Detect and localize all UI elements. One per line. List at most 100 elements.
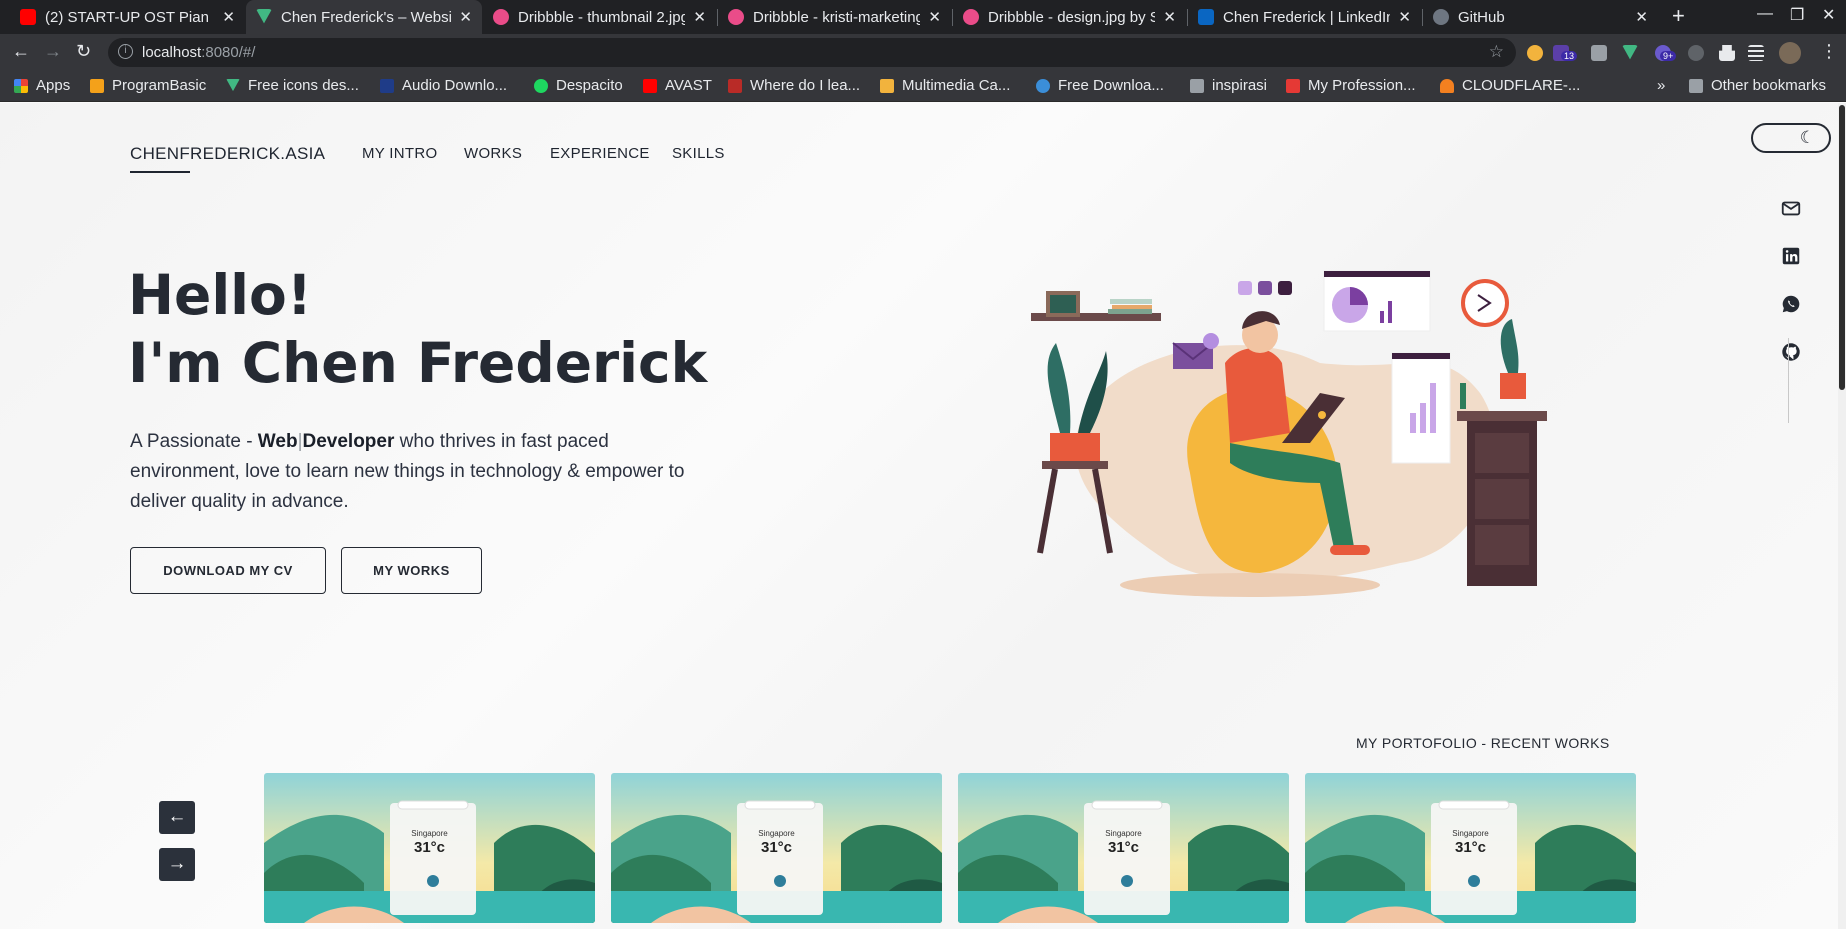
bookmark-apps[interactable]: Apps: [14, 77, 70, 94]
extension-badge: 13: [1561, 51, 1578, 61]
linkedin-icon: [1198, 9, 1214, 25]
bookmark-item[interactable]: Multimedia Ca...: [880, 77, 1010, 94]
page-scrollbar[interactable]: [1838, 103, 1846, 929]
folder-icon: [1190, 78, 1204, 93]
reading-list-icon[interactable]: [1748, 45, 1764, 61]
bookmark-label: Audio Downlo...: [402, 77, 508, 94]
tab-youtube[interactable]: (2) START-UP OST Pian ✕: [10, 0, 245, 34]
tab-dribbble-3[interactable]: Dribbble - design.jpg by S ✕: [953, 0, 1186, 34]
bookmark-favicon-icon: [380, 78, 394, 93]
hero-line-2: I'm Chen Frederick: [128, 331, 708, 395]
brand-underline: [130, 171, 190, 173]
extension-icon[interactable]: [1688, 45, 1704, 61]
nav-experience[interactable]: EXPERIENCE: [550, 145, 650, 162]
nav-skills[interactable]: SKILLS: [672, 145, 725, 162]
github-icon: [1433, 9, 1449, 25]
carousel-prev-button[interactable]: ←: [159, 801, 195, 834]
my-works-button[interactable]: MY WORKS: [341, 547, 482, 594]
moon-icon: ☾: [1799, 128, 1815, 147]
tab-title: (2) START-UP OST Pian: [45, 8, 209, 26]
portfolio-card[interactable]: Singapore 31°c: [611, 773, 942, 923]
tab-site[interactable]: Chen Frederick's – Website ✕: [246, 0, 482, 34]
bookmark-item[interactable]: ProgramBasic: [90, 77, 206, 94]
close-icon[interactable]: ✕: [693, 8, 706, 26]
bookmarks-overflow-button[interactable]: »: [1657, 77, 1665, 94]
avatar[interactable]: [1779, 42, 1801, 64]
nav-works[interactable]: WORKS: [464, 145, 522, 162]
whatsapp-icon[interactable]: [1780, 293, 1802, 315]
bookmark-label: Where do I lea...: [750, 77, 861, 94]
reload-button[interactable]: ↻: [76, 41, 91, 62]
bookmark-item[interactable]: Despacito: [534, 77, 623, 94]
bookmark-label: My Profession...: [1308, 77, 1416, 94]
hero-description: A Passionate - Web|Developer who thrives…: [130, 431, 685, 512]
close-icon[interactable]: ✕: [1398, 8, 1411, 26]
address-bar[interactable]: i localhost:8080/#/ ☆: [108, 38, 1516, 67]
card-temperature: 31°c: [1107, 839, 1140, 856]
vue-devtools-icon[interactable]: [1622, 45, 1638, 60]
info-icon[interactable]: i: [118, 44, 133, 59]
bookmark-folder[interactable]: inspirasi: [1190, 77, 1267, 94]
bookmark-star-icon[interactable]: ☆: [1489, 42, 1504, 62]
youtube-icon: [20, 9, 36, 25]
new-tab-button[interactable]: +: [1672, 3, 1685, 29]
bookmark-favicon-icon: [1036, 78, 1050, 93]
close-icon[interactable]: ✕: [928, 8, 941, 26]
bookmark-label: Multimedia Ca...: [902, 77, 1011, 94]
tab-title: Chen Frederick | LinkedIn: [1223, 8, 1391, 26]
minimize-button[interactable]: —: [1757, 5, 1773, 23]
quora-icon: [728, 78, 742, 93]
card-city: Singapore: [758, 829, 795, 838]
portfolio-card[interactable]: Singapore 31°c: [264, 773, 595, 923]
tab-linkedin[interactable]: Chen Frederick | LinkedIn ✕: [1188, 0, 1421, 34]
developer-illustration: [1031, 270, 1547, 597]
bookmark-item[interactable]: Where do I lea...: [728, 77, 860, 94]
bookmark-label: CLOUDFLARE-...: [1462, 77, 1581, 94]
url-host: localhost: [142, 44, 202, 61]
scrollbar-thumb[interactable]: [1839, 105, 1845, 390]
close-icon[interactable]: ✕: [1635, 8, 1648, 26]
maximize-button[interactable]: ❐: [1790, 5, 1804, 25]
forward-button[interactable]: →: [44, 41, 62, 62]
bookmark-item[interactable]: CLOUDFLARE-...: [1440, 77, 1580, 94]
bookmark-item[interactable]: Audio Downlo...: [380, 77, 507, 94]
bookmark-item[interactable]: Free icons des...: [226, 77, 359, 94]
tab-title: Dribbble - thumbnail 2.jpg: [518, 8, 686, 26]
tab-title: GitHub: [1458, 8, 1505, 26]
bookmark-item[interactable]: AVAST: [643, 77, 712, 94]
other-bookmarks[interactable]: Other bookmarks: [1689, 77, 1826, 94]
download-cv-button[interactable]: DOWNLOAD MY CV: [130, 547, 326, 594]
carousel-next-button[interactable]: →: [159, 848, 195, 881]
bookmark-item[interactable]: My Profession...: [1286, 77, 1416, 94]
puzzle-icon[interactable]: [1719, 45, 1735, 61]
tab-dribbble-2[interactable]: Dribbble - kristi-marketing ✕: [718, 0, 951, 34]
url-text[interactable]: localhost:8080/#/: [142, 44, 255, 61]
bookmark-favicon-icon: [880, 78, 894, 93]
bookmark-item[interactable]: Free Downloa...: [1036, 77, 1164, 94]
tab-dribbble-1[interactable]: Dribbble - thumbnail 2.jpg ✕: [483, 0, 716, 34]
apps-grid-icon: [14, 78, 28, 93]
portfolio-card[interactable]: Singapore 31°c: [1305, 773, 1636, 923]
theme-toggle[interactable]: ☾: [1751, 123, 1831, 153]
github-icon[interactable]: [1780, 341, 1802, 363]
browser-toolbar: ← → ↻ i localhost:8080/#/ ☆ 13 9+ ⋮: [0, 34, 1846, 71]
bookmark-favicon-icon: [1286, 78, 1300, 93]
extension-icon[interactable]: [1527, 45, 1543, 61]
close-icon[interactable]: ✕: [222, 8, 235, 26]
mail-icon[interactable]: [1780, 197, 1802, 219]
youtube-icon: [643, 78, 657, 93]
close-window-button[interactable]: ✕: [1822, 5, 1835, 25]
portfolio-card[interactable]: Singapore 31°c: [958, 773, 1289, 923]
close-icon[interactable]: ✕: [459, 8, 472, 26]
tab-github[interactable]: GitHub ✕: [1423, 0, 1658, 34]
back-button[interactable]: ←: [12, 41, 30, 62]
extension-badge: 9+: [1660, 51, 1677, 61]
camera-icon[interactable]: [1591, 45, 1607, 61]
nav-my-intro[interactable]: MY INTRO: [362, 145, 437, 162]
word-web: Web: [257, 431, 298, 452]
menu-kebab-icon[interactable]: ⋮: [1820, 41, 1838, 62]
linkedin-icon[interactable]: [1780, 245, 1802, 267]
close-icon[interactable]: ✕: [1163, 8, 1176, 26]
site-brand[interactable]: CHENFREDERICK.ASIA: [130, 144, 325, 164]
word-developer: Developer: [302, 431, 395, 452]
